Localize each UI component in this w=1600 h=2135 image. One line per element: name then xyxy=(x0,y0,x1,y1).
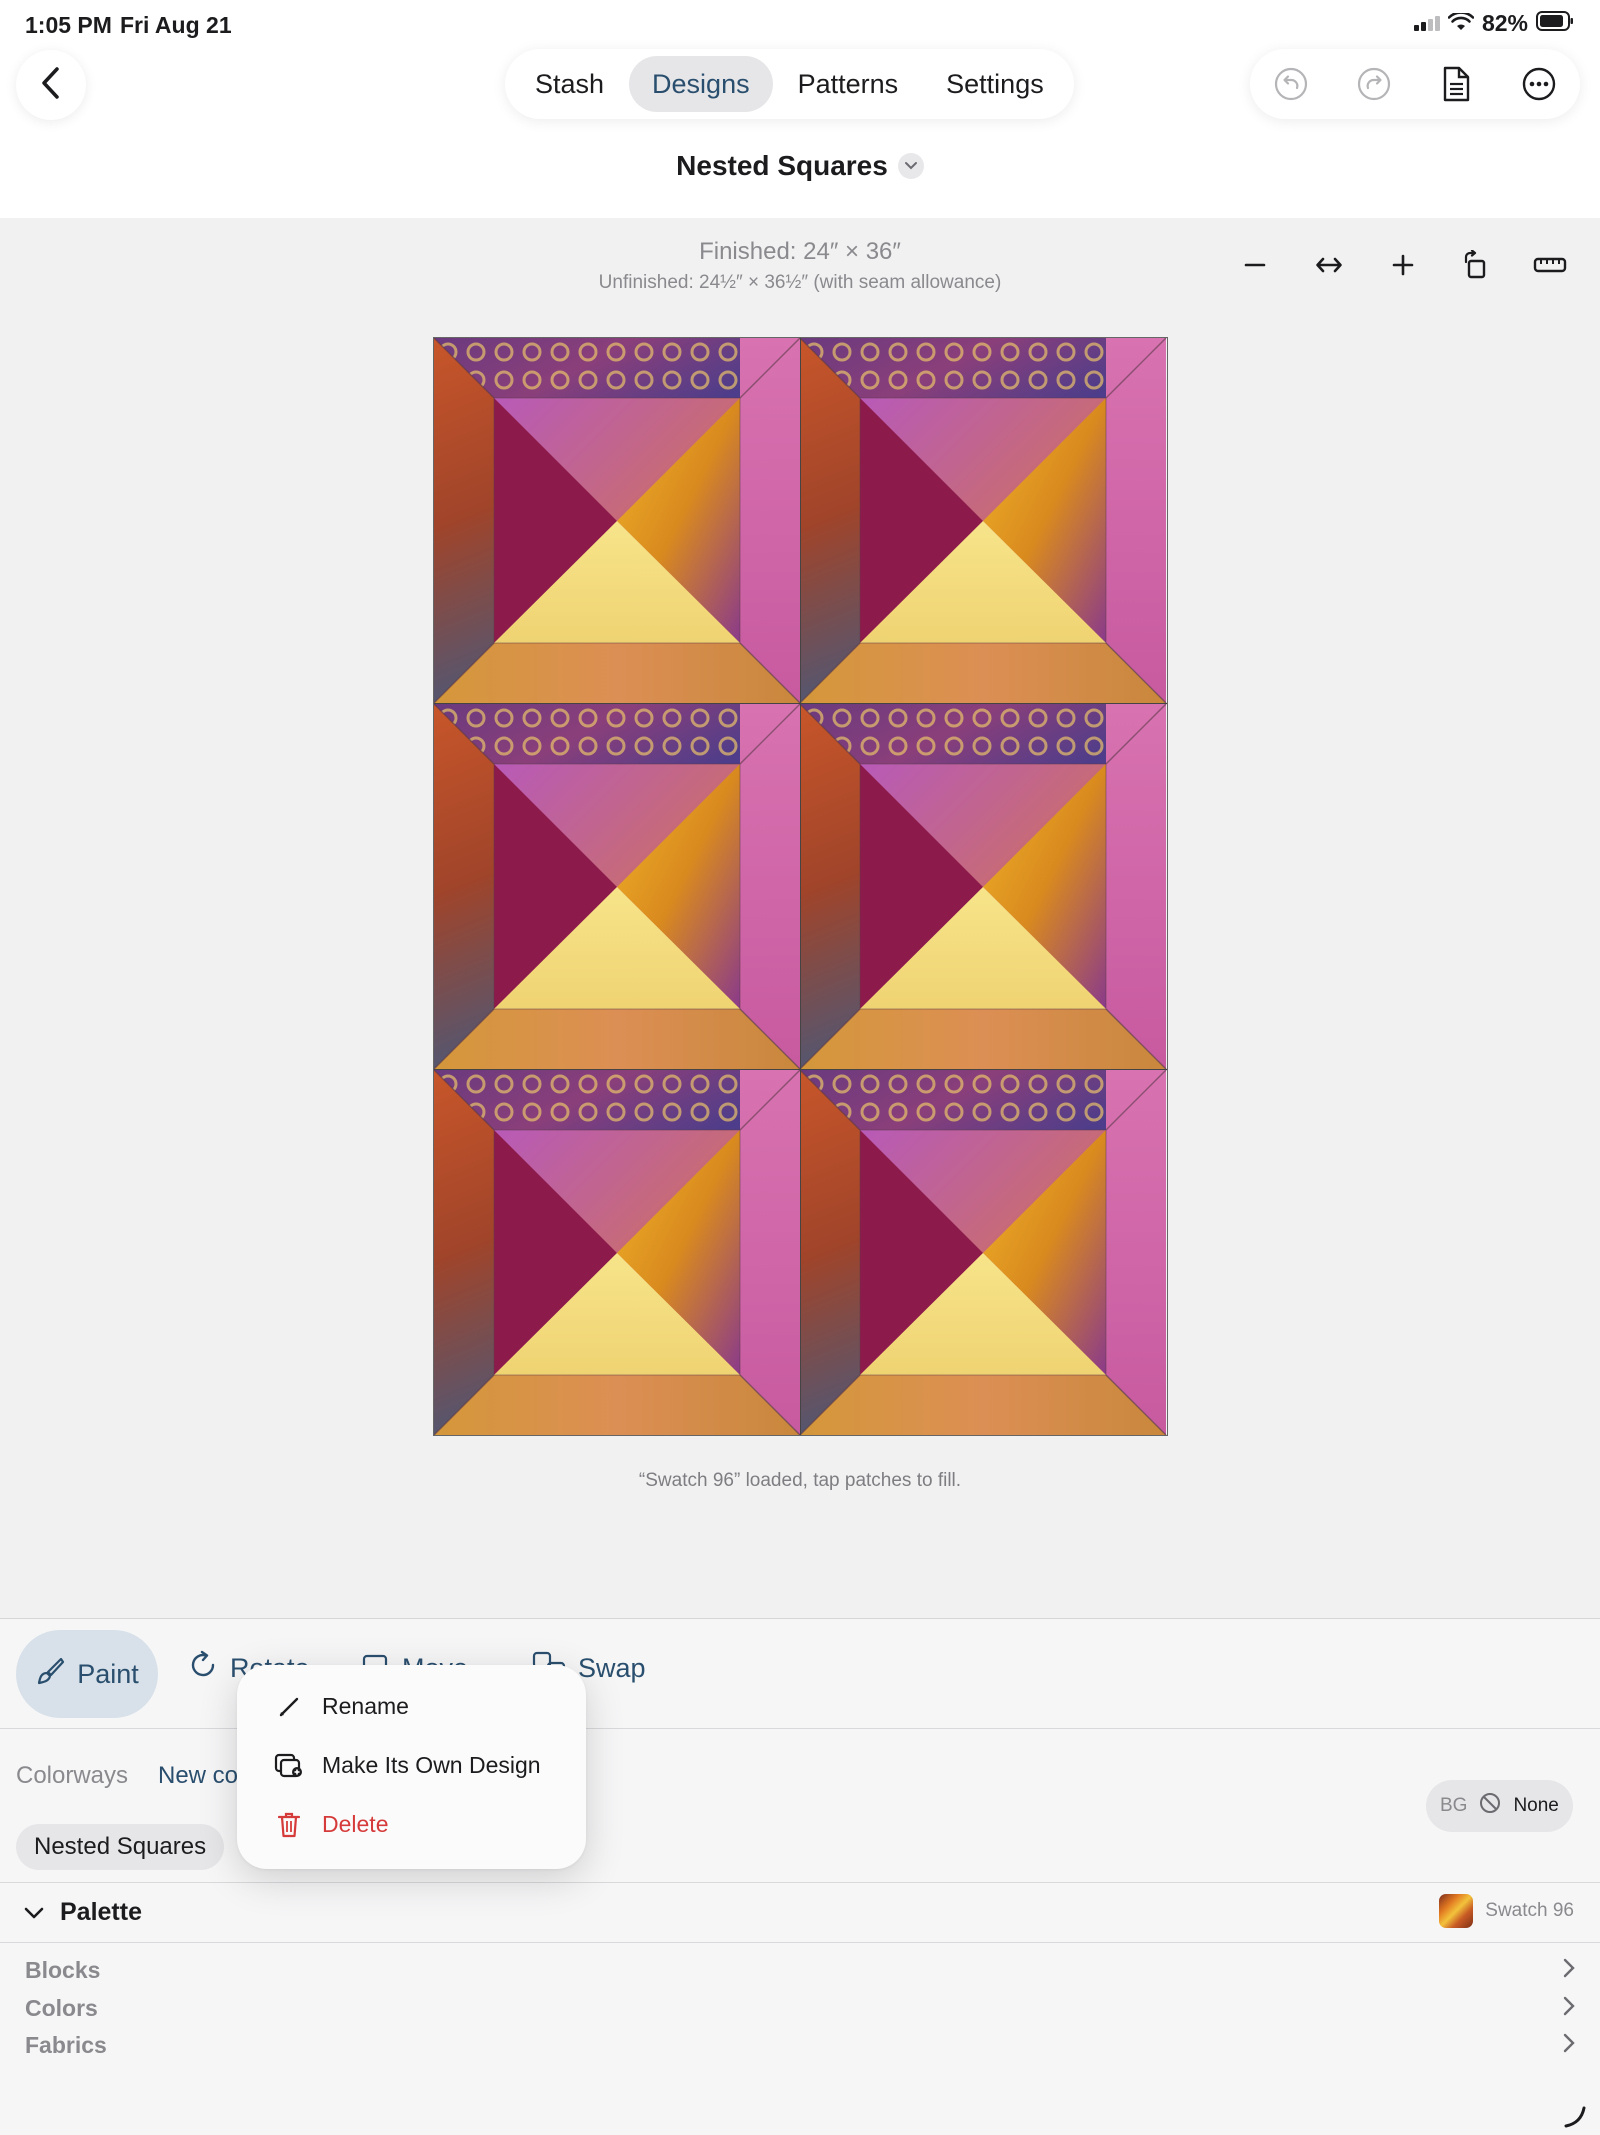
chevron-right-icon xyxy=(1563,2032,1575,2059)
quilt-block[interactable] xyxy=(799,1069,1167,1435)
trash-icon xyxy=(274,1812,304,1838)
chevron-right-icon xyxy=(1563,1957,1575,1984)
design-title: Nested Squares xyxy=(676,150,888,181)
quilt-block[interactable] xyxy=(799,338,1167,704)
status-date: Fri Aug 21 xyxy=(120,12,232,38)
ruler-icon[interactable] xyxy=(1525,240,1575,290)
back-button[interactable] xyxy=(16,50,86,120)
bg-label: BG xyxy=(1440,1795,1468,1816)
chevron-down-icon xyxy=(24,1898,44,1927)
status-indicators: 82% xyxy=(1413,10,1574,37)
colorway-chip[interactable]: Nested Squares xyxy=(16,1824,225,1870)
palette-disclosure[interactable]: Palette xyxy=(24,1898,142,1927)
background-selector[interactable]: BG None xyxy=(1426,1780,1573,1832)
tab-settings[interactable]: Settings xyxy=(923,56,1067,112)
palette-row-colors[interactable]: Colors xyxy=(25,1990,1575,2026)
canvas-status-message: “Swatch 96” loaded, tap patches to fill. xyxy=(638,1470,962,1491)
tab-patterns[interactable]: Patterns xyxy=(775,56,922,112)
zoom-out-icon[interactable] xyxy=(1230,240,1280,290)
top-toolbar xyxy=(1250,49,1580,119)
palette-row-label: Fabrics xyxy=(25,2031,107,2058)
swap-tool-label: Swap xyxy=(578,1653,646,1683)
palette-title: Palette xyxy=(60,1898,142,1926)
tab-designs[interactable]: Designs xyxy=(629,56,773,112)
menu-item-delete[interactable]: Delete xyxy=(274,1811,388,1838)
menu-item-rename[interactable]: Rename xyxy=(274,1693,409,1720)
paint-tool-label: Paint xyxy=(77,1658,139,1689)
chevron-right-icon xyxy=(1563,1995,1575,2022)
rotate-canvas-icon[interactable] xyxy=(1451,240,1501,290)
no-background-icon xyxy=(1479,1792,1501,1820)
bg-value: None xyxy=(1513,1795,1559,1816)
current-swatch-label: Swatch 96 xyxy=(1485,1900,1574,1921)
quilt-block[interactable] xyxy=(434,703,801,1070)
palette-row-label: Blocks xyxy=(25,1956,101,1983)
divider xyxy=(0,1882,1600,1883)
quilt-block[interactable] xyxy=(434,338,801,704)
duplicate-design-icon xyxy=(274,1753,304,1779)
wifi-icon xyxy=(1447,10,1475,37)
redo-icon[interactable] xyxy=(1348,58,1400,110)
fit-width-icon[interactable] xyxy=(1304,240,1354,290)
document-icon[interactable] xyxy=(1430,58,1482,110)
status-time: 1:05 PM xyxy=(25,12,112,38)
design-title-control[interactable]: Nested Squares xyxy=(0,150,1600,182)
rotate-icon xyxy=(188,1650,218,1687)
signal-icon xyxy=(1413,10,1440,37)
quilt-design-canvas[interactable] xyxy=(433,337,1168,1436)
colorway-context-menu: Rename Make Its Own Design Delete xyxy=(237,1665,586,1869)
menu-item-label: Make Its Own Design xyxy=(322,1752,541,1778)
menu-item-make-own-design[interactable]: Make Its Own Design xyxy=(274,1752,541,1779)
quilt-block[interactable] xyxy=(799,703,1167,1070)
menu-item-label: Delete xyxy=(322,1811,389,1837)
paint-tool-button[interactable]: Paint xyxy=(16,1630,158,1718)
palette-row-blocks[interactable]: Blocks xyxy=(25,1952,1575,1988)
swatch-thumbnail xyxy=(1439,1894,1474,1928)
undo-icon[interactable] xyxy=(1265,58,1317,110)
menu-item-label: Rename xyxy=(322,1693,409,1719)
chevron-down-icon xyxy=(897,153,924,179)
quilt-block[interactable] xyxy=(434,1069,801,1435)
chevron-left-icon xyxy=(40,66,62,105)
battery-percent: 82% xyxy=(1481,10,1528,36)
battery-icon xyxy=(1536,10,1574,37)
colorways-label: Colorways xyxy=(16,1762,129,1789)
paintbrush-icon xyxy=(35,1656,65,1693)
tab-stash[interactable]: Stash xyxy=(512,56,627,112)
divider xyxy=(0,1942,1600,1943)
main-tabs: Stash Designs Patterns Settings xyxy=(505,49,1074,119)
resize-handle-icon[interactable] xyxy=(1562,2104,1588,2133)
zoom-in-icon[interactable] xyxy=(1378,240,1428,290)
palette-row-fabrics[interactable]: Fabrics xyxy=(25,2027,1575,2063)
more-icon[interactable] xyxy=(1513,58,1565,110)
canvas-tools xyxy=(1230,240,1575,290)
palette-row-label: Colors xyxy=(25,1994,98,2021)
current-swatch[interactable]: Swatch 96 xyxy=(1439,1894,1574,1928)
pencil-icon xyxy=(274,1696,304,1718)
